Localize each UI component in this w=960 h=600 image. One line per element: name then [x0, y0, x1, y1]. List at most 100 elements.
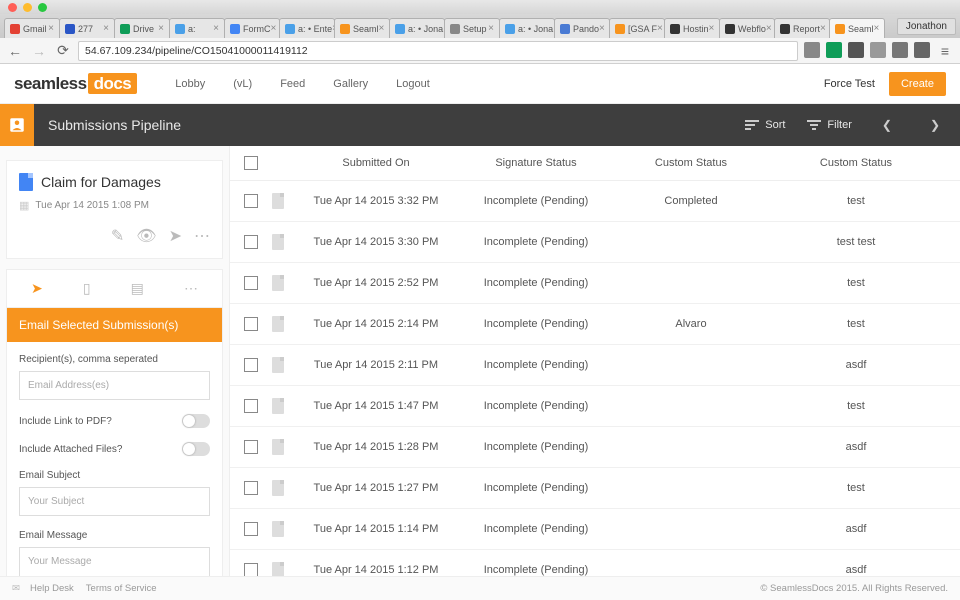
col-header-custom2[interactable]: Custom Status	[766, 157, 946, 169]
tab-film-icon[interactable]: ▤	[131, 280, 144, 297]
next-button[interactable]: ❯	[922, 118, 948, 132]
table-row[interactable]: Tue Apr 14 2015 2:52 PMIncomplete (Pendi…	[230, 263, 960, 304]
extension-icon[interactable]	[826, 42, 842, 58]
reload-button[interactable]: ⟳	[54, 42, 72, 60]
browser-tab[interactable]: Setup×	[444, 18, 500, 38]
tab-close-icon[interactable]: ×	[158, 23, 164, 34]
extension-icon[interactable]	[804, 42, 820, 58]
tab-more-icon[interactable]: ⋯	[184, 280, 198, 297]
extension-icon[interactable]	[892, 42, 908, 58]
col-header-signature[interactable]: Signature Status	[456, 157, 616, 169]
browser-tab[interactable]: Seaml×	[334, 18, 390, 38]
force-test-link[interactable]: Force Test	[824, 78, 875, 90]
tab-close-icon[interactable]: ×	[709, 23, 715, 34]
tab-close-icon[interactable]: ×	[820, 23, 826, 34]
url-input[interactable]	[78, 41, 798, 61]
subject-input[interactable]	[19, 487, 210, 516]
browser-tab[interactable]: Seaml×	[829, 18, 885, 38]
tab-close-icon[interactable]: ×	[271, 23, 277, 34]
extension-icon[interactable]	[914, 42, 930, 58]
tab-close-icon[interactable]: ×	[48, 23, 54, 34]
tab-label: 277	[78, 24, 93, 34]
browser-tab[interactable]: [GSA F×	[609, 18, 665, 38]
nav-link[interactable]: Lobby	[175, 78, 205, 90]
browser-tab[interactable]: a: • Jona×	[499, 18, 555, 38]
recipients-input[interactable]	[19, 371, 210, 400]
extension-icon[interactable]	[870, 42, 886, 58]
browser-tab[interactable]: 277 ×	[59, 18, 115, 38]
help-desk-link[interactable]: Help Desk	[30, 583, 74, 594]
browser-tab[interactable]: Gmail×	[4, 18, 60, 38]
browser-tab[interactable]: a:×	[169, 18, 225, 38]
tab-close-icon[interactable]: ×	[657, 23, 663, 34]
row-checkbox[interactable]	[244, 399, 258, 413]
browser-tab[interactable]: a: • Ente×	[279, 18, 335, 38]
row-checkbox[interactable]	[244, 440, 258, 454]
tab-close-icon[interactable]: ×	[379, 23, 385, 34]
browser-tab[interactable]: FormC×	[224, 18, 280, 38]
nav-link[interactable]: Feed	[280, 78, 305, 90]
table-row[interactable]: Tue Apr 14 2015 1:12 PMIncomplete (Pendi…	[230, 550, 960, 576]
prev-button[interactable]: ❮	[874, 118, 900, 132]
browser-tab[interactable]: Hostin×	[664, 18, 720, 38]
logo[interactable]: seamlessdocs	[14, 74, 137, 94]
tab-close-icon[interactable]: ×	[488, 23, 494, 34]
table-row[interactable]: Tue Apr 14 2015 2:14 PMIncomplete (Pendi…	[230, 304, 960, 345]
browser-tab[interactable]: a: • Jona×	[389, 18, 445, 38]
message-input[interactable]	[19, 547, 210, 576]
row-checkbox[interactable]	[244, 317, 258, 331]
col-header-submitted[interactable]: Submitted On	[296, 157, 456, 169]
browser-tab[interactable]: Drive×	[114, 18, 170, 38]
link-pdf-toggle[interactable]	[182, 414, 210, 428]
filter-button[interactable]: Filter	[807, 119, 851, 131]
select-all-checkbox[interactable]	[244, 156, 258, 170]
browser-tab[interactable]: Webflo×	[719, 18, 775, 38]
nav-link[interactable]: (vL)	[233, 78, 252, 90]
table-row[interactable]: Tue Apr 14 2015 1:47 PMIncomplete (Pendi…	[230, 386, 960, 427]
tab-send-icon[interactable]: ➤	[31, 280, 43, 297]
tab-close-icon[interactable]: ×	[213, 23, 219, 34]
browser-menu-icon[interactable]: ≡	[936, 42, 954, 60]
back-button[interactable]: ←	[6, 42, 24, 60]
tab-close-icon[interactable]: ×	[874, 23, 880, 34]
nav-link[interactable]: Logout	[396, 78, 430, 90]
row-checkbox[interactable]	[244, 235, 258, 249]
mail-icon[interactable]: ✉	[12, 583, 20, 594]
send-icon[interactable]: ➤	[169, 226, 182, 246]
tab-close-icon[interactable]: ×	[599, 23, 605, 34]
extension-icon[interactable]	[848, 42, 864, 58]
view-icon[interactable]: 👁	[136, 226, 156, 246]
more-icon[interactable]: ⋯	[194, 226, 210, 246]
browser-tab[interactable]: Pando×	[554, 18, 610, 38]
row-checkbox[interactable]	[244, 522, 258, 536]
forward-button[interactable]: →	[30, 42, 48, 60]
cell-signature: Incomplete (Pending)	[456, 359, 616, 371]
table-row[interactable]: Tue Apr 14 2015 3:32 PMIncomplete (Pendi…	[230, 181, 960, 222]
edit-icon[interactable]: ✎	[111, 226, 124, 246]
tab-close-icon[interactable]: ×	[103, 23, 109, 34]
row-checkbox[interactable]	[244, 563, 258, 576]
tab-clipboard-icon[interactable]: ▯	[83, 280, 91, 297]
browser-tab[interactable]: Report×	[774, 18, 830, 38]
tab-close-icon[interactable]: ×	[766, 23, 772, 34]
col-header-custom1[interactable]: Custom Status	[616, 157, 766, 169]
mac-close-dot[interactable]	[8, 3, 17, 12]
nav-link[interactable]: Gallery	[333, 78, 368, 90]
browser-user-chip[interactable]: Jonathon	[897, 18, 956, 35]
table-row[interactable]: Tue Apr 14 2015 1:14 PMIncomplete (Pendi…	[230, 509, 960, 550]
create-button[interactable]: Create	[889, 72, 946, 96]
mac-zoom-dot[interactable]	[38, 3, 47, 12]
attached-files-toggle[interactable]	[182, 442, 210, 456]
row-checkbox[interactable]	[244, 276, 258, 290]
tab-label: Webflo	[738, 24, 766, 34]
row-checkbox[interactable]	[244, 481, 258, 495]
terms-link[interactable]: Terms of Service	[86, 583, 157, 594]
table-row[interactable]: Tue Apr 14 2015 1:27 PMIncomplete (Pendi…	[230, 468, 960, 509]
row-checkbox[interactable]	[244, 358, 258, 372]
row-checkbox[interactable]	[244, 194, 258, 208]
sort-button[interactable]: Sort	[745, 119, 785, 131]
table-row[interactable]: Tue Apr 14 2015 1:28 PMIncomplete (Pendi…	[230, 427, 960, 468]
mac-minimize-dot[interactable]	[23, 3, 32, 12]
table-row[interactable]: Tue Apr 14 2015 2:11 PMIncomplete (Pendi…	[230, 345, 960, 386]
table-row[interactable]: Tue Apr 14 2015 3:30 PMIncomplete (Pendi…	[230, 222, 960, 263]
